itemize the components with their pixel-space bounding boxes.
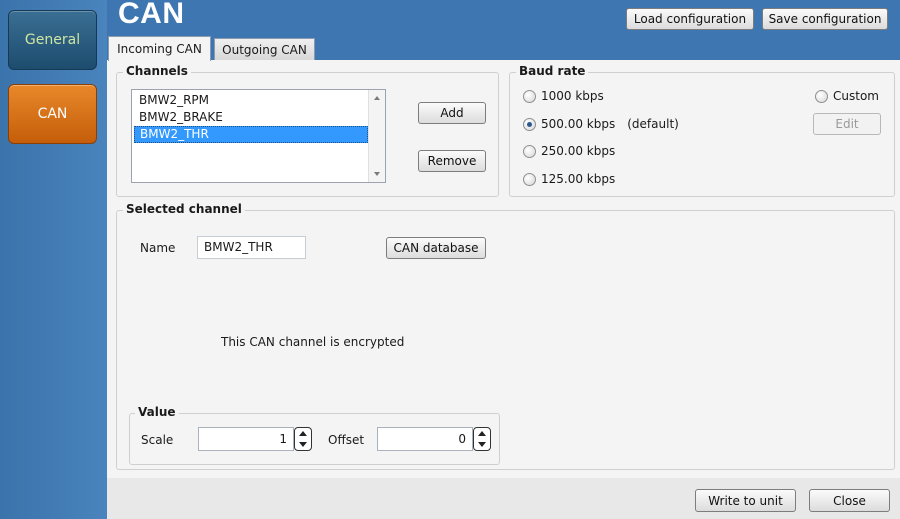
radio-icon bbox=[523, 172, 536, 186]
add-channel-button[interactable]: Add bbox=[418, 102, 486, 124]
name-label: Name bbox=[140, 241, 176, 255]
value-title: Value bbox=[135, 405, 179, 419]
radio-icon bbox=[523, 89, 536, 103]
baud-500-radio[interactable]: 500.00 kbps (default) bbox=[523, 117, 679, 131]
radio-icon bbox=[523, 144, 536, 158]
can-database-button[interactable]: CAN database bbox=[386, 237, 486, 259]
selected-channel-group: Selected channel Name BMW2_THR CAN datab… bbox=[116, 202, 895, 470]
baud-custom-radio[interactable]: Custom bbox=[815, 89, 879, 103]
scale-input[interactable]: 1 bbox=[198, 427, 294, 451]
channel-list[interactable]: BMW2_RPM BMW2_BRAKE BMW2_THR bbox=[131, 89, 386, 183]
save-configuration-button[interactable]: Save configuration bbox=[762, 8, 888, 30]
baud-rate-group: Baud rate 1000 kbps 500.00 kbps (default… bbox=[509, 64, 895, 197]
write-to-unit-button[interactable]: Write to unit bbox=[695, 489, 796, 512]
baud-250-label: 250.00 kbps bbox=[541, 144, 616, 158]
close-button[interactable]: Close bbox=[809, 489, 890, 512]
remove-channel-button[interactable]: Remove bbox=[418, 150, 486, 172]
offset-label: Offset bbox=[328, 433, 365, 447]
main-panel: Channels BMW2_RPM BMW2_BRAKE BMW2_THR Ad… bbox=[107, 60, 900, 519]
spin-up-icon[interactable] bbox=[478, 431, 486, 436]
scale-spinner[interactable] bbox=[294, 427, 312, 451]
value-group: Value Scale 1 Offset 0 bbox=[129, 405, 500, 465]
baud-250-radio[interactable]: 250.00 kbps bbox=[523, 144, 615, 158]
nav-general-label: General bbox=[24, 32, 81, 48]
radio-checked-icon bbox=[523, 117, 536, 131]
scroll-up-icon[interactable] bbox=[374, 96, 380, 100]
baud-rate-title: Baud rate bbox=[516, 64, 589, 78]
nav-general-button[interactable]: General bbox=[8, 10, 97, 70]
channel-name-field[interactable]: BMW2_THR bbox=[197, 236, 306, 259]
scale-label: Scale bbox=[141, 433, 174, 447]
spin-down-icon[interactable] bbox=[478, 442, 486, 447]
edit-baud-button[interactable]: Edit bbox=[813, 113, 881, 135]
selected-channel-title: Selected channel bbox=[123, 202, 245, 216]
scroll-down-icon[interactable] bbox=[374, 172, 380, 176]
baud-125-radio[interactable]: 125.00 kbps bbox=[523, 172, 615, 186]
tab-outgoing-can[interactable]: Outgoing CAN bbox=[214, 38, 315, 60]
nav-can-button[interactable]: CAN bbox=[8, 84, 97, 144]
channel-list-scrollbar[interactable] bbox=[368, 90, 385, 182]
channel-list-item[interactable]: BMW2_RPM bbox=[134, 92, 368, 109]
channels-title: Channels bbox=[123, 64, 191, 78]
sidebar: General CAN bbox=[0, 0, 107, 519]
channels-group: Channels BMW2_RPM BMW2_BRAKE BMW2_THR Ad… bbox=[116, 64, 499, 197]
page-title: CAN bbox=[118, 0, 185, 30]
offset-spinner[interactable] bbox=[473, 427, 491, 451]
baud-500-label: 500.00 kbps bbox=[541, 117, 616, 131]
offset-input[interactable]: 0 bbox=[377, 427, 473, 451]
baud-custom-label: Custom bbox=[833, 89, 879, 103]
baud-1000-radio[interactable]: 1000 kbps bbox=[523, 89, 604, 103]
load-configuration-button[interactable]: Load configuration bbox=[626, 8, 754, 30]
spin-up-icon[interactable] bbox=[299, 431, 307, 436]
channel-list-item[interactable]: BMW2_BRAKE bbox=[134, 109, 368, 126]
radio-icon bbox=[815, 89, 828, 103]
default-note: (default) bbox=[627, 117, 679, 131]
footer-bar: Write to unit Close bbox=[107, 478, 900, 519]
baud-1000-label: 1000 kbps bbox=[541, 89, 604, 103]
tab-incoming-can[interactable]: Incoming CAN bbox=[108, 36, 211, 61]
spin-down-icon[interactable] bbox=[299, 442, 307, 447]
nav-can-label: CAN bbox=[37, 106, 68, 122]
channel-list-item-selected[interactable]: BMW2_THR bbox=[134, 126, 368, 143]
encrypted-note: This CAN channel is encrypted bbox=[221, 335, 405, 349]
baud-125-label: 125.00 kbps bbox=[541, 172, 616, 186]
